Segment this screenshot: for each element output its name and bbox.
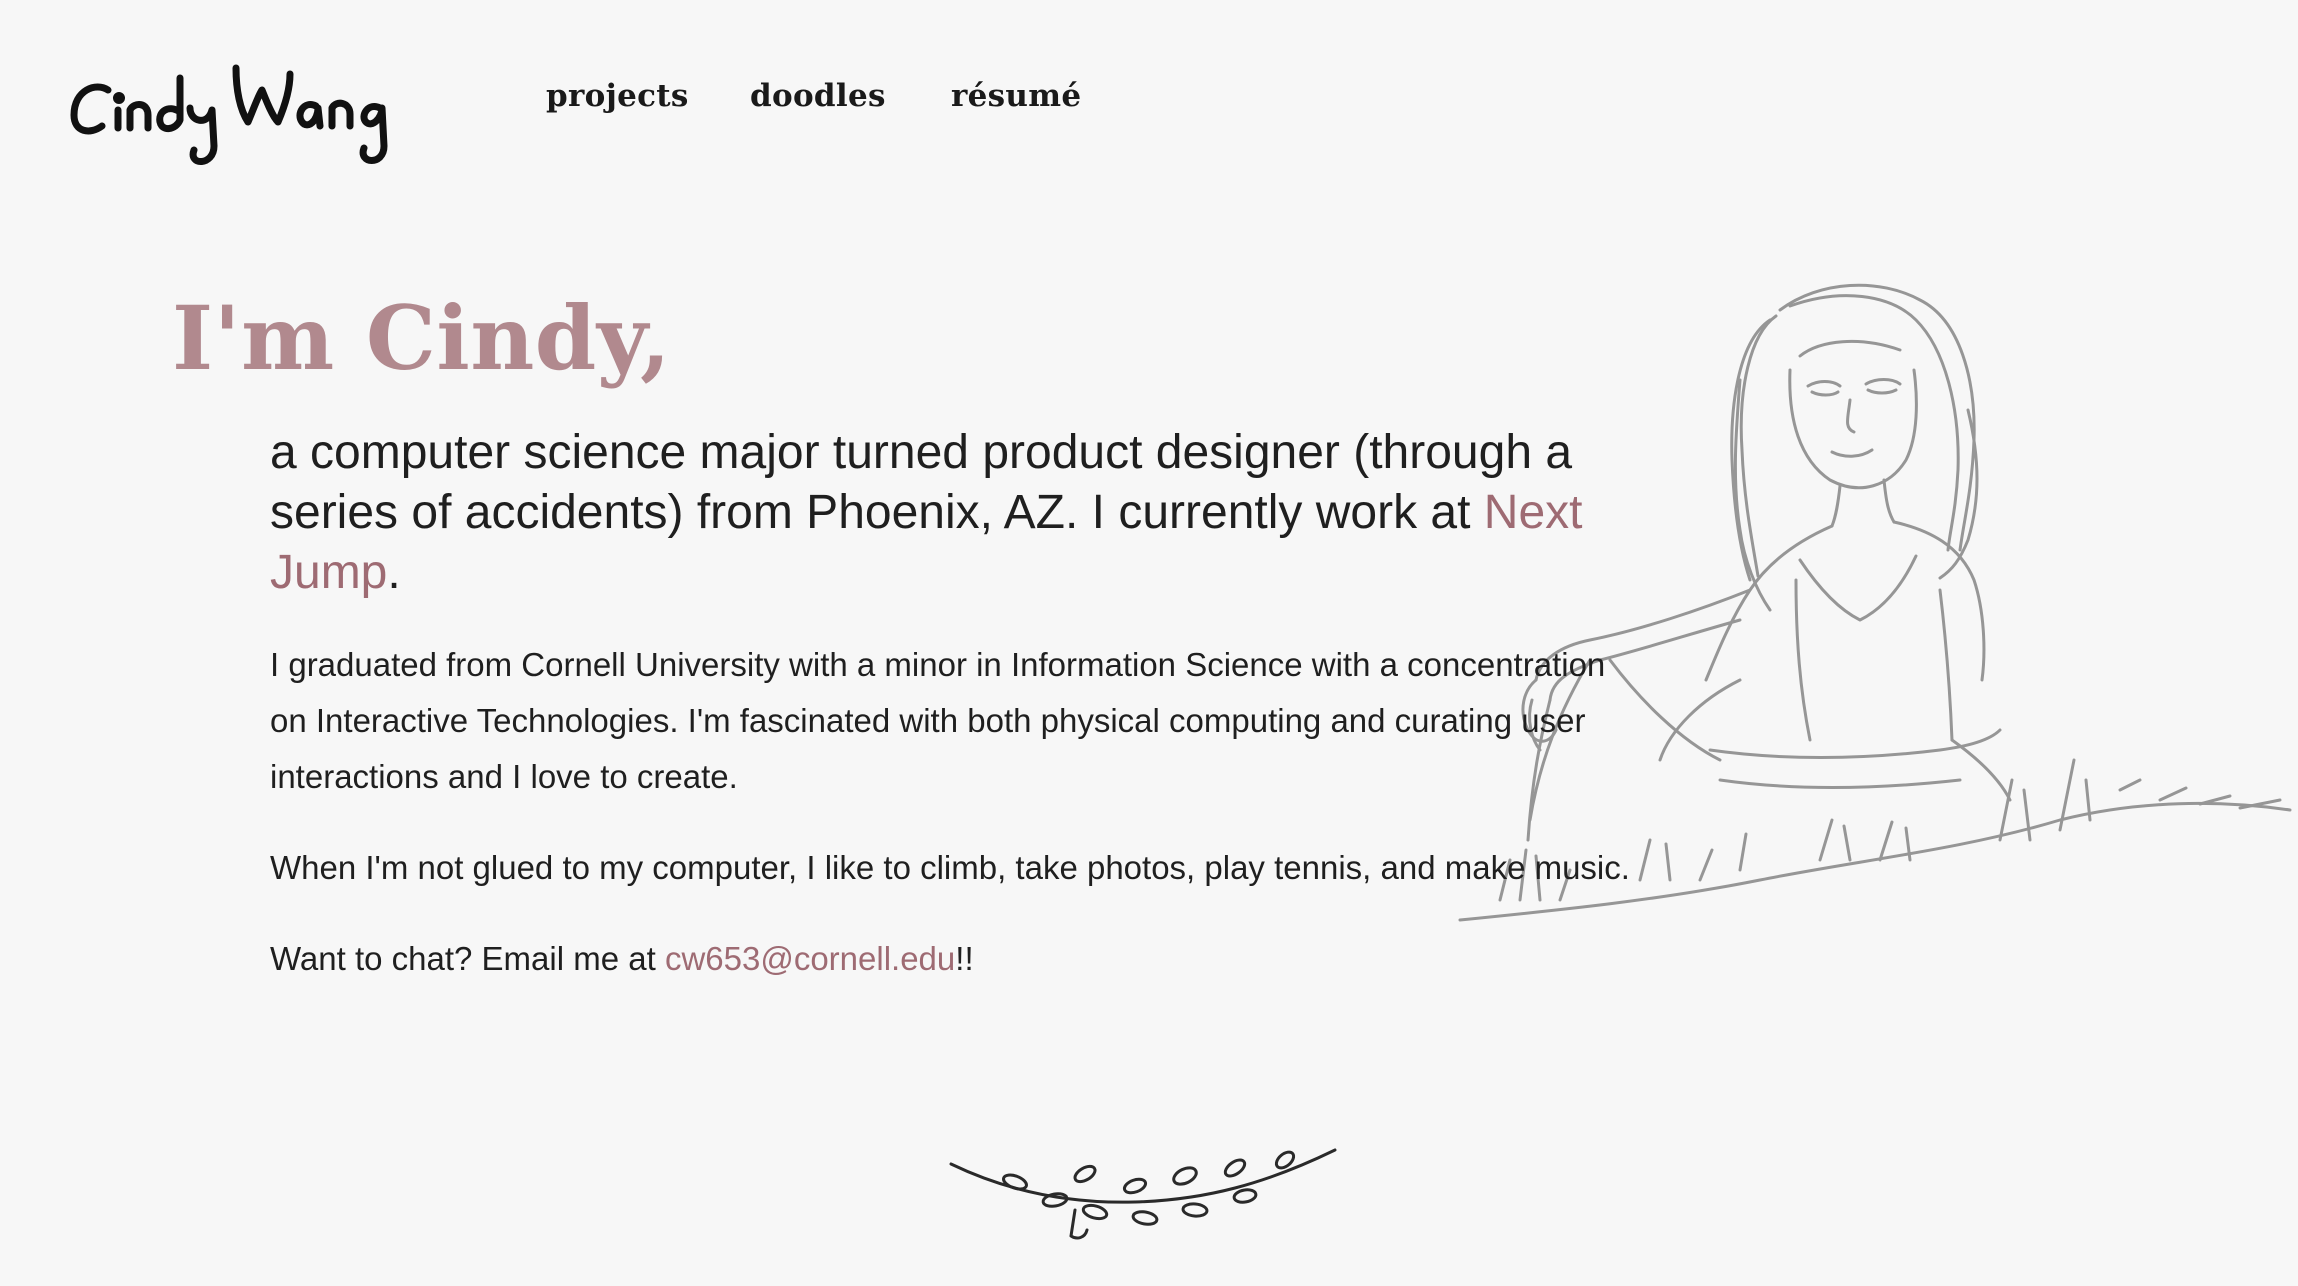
greeting-heading: I'm Cindy, [172, 286, 672, 390]
hobbies-paragraph: When I'm not glued to my computer, I lik… [270, 849, 1630, 886]
email-link[interactable]: cw653@cornell.edu [665, 940, 955, 977]
nav-link-resume[interactable]: résumé [951, 78, 1081, 114]
contact-paragraph: Want to chat? Email me at cw653@cornell.… [270, 931, 1630, 987]
leaf-branch-icon [949, 1148, 1337, 1240]
lead-period: . [387, 546, 401, 599]
logo-signature[interactable] [68, 60, 448, 170]
intro-lead: a computer science major turned product … [270, 423, 1630, 603]
contact-text: Want to chat? Email me at [270, 940, 665, 977]
lead-text: a computer science major turned product … [270, 426, 1573, 539]
contact-exclaim: !! [955, 940, 974, 977]
nav-link-doodles[interactable]: doodles [750, 78, 886, 114]
education-paragraph: I graduated from Cornell University with… [270, 646, 1606, 795]
nav-link-projects[interactable]: projects [546, 78, 689, 114]
